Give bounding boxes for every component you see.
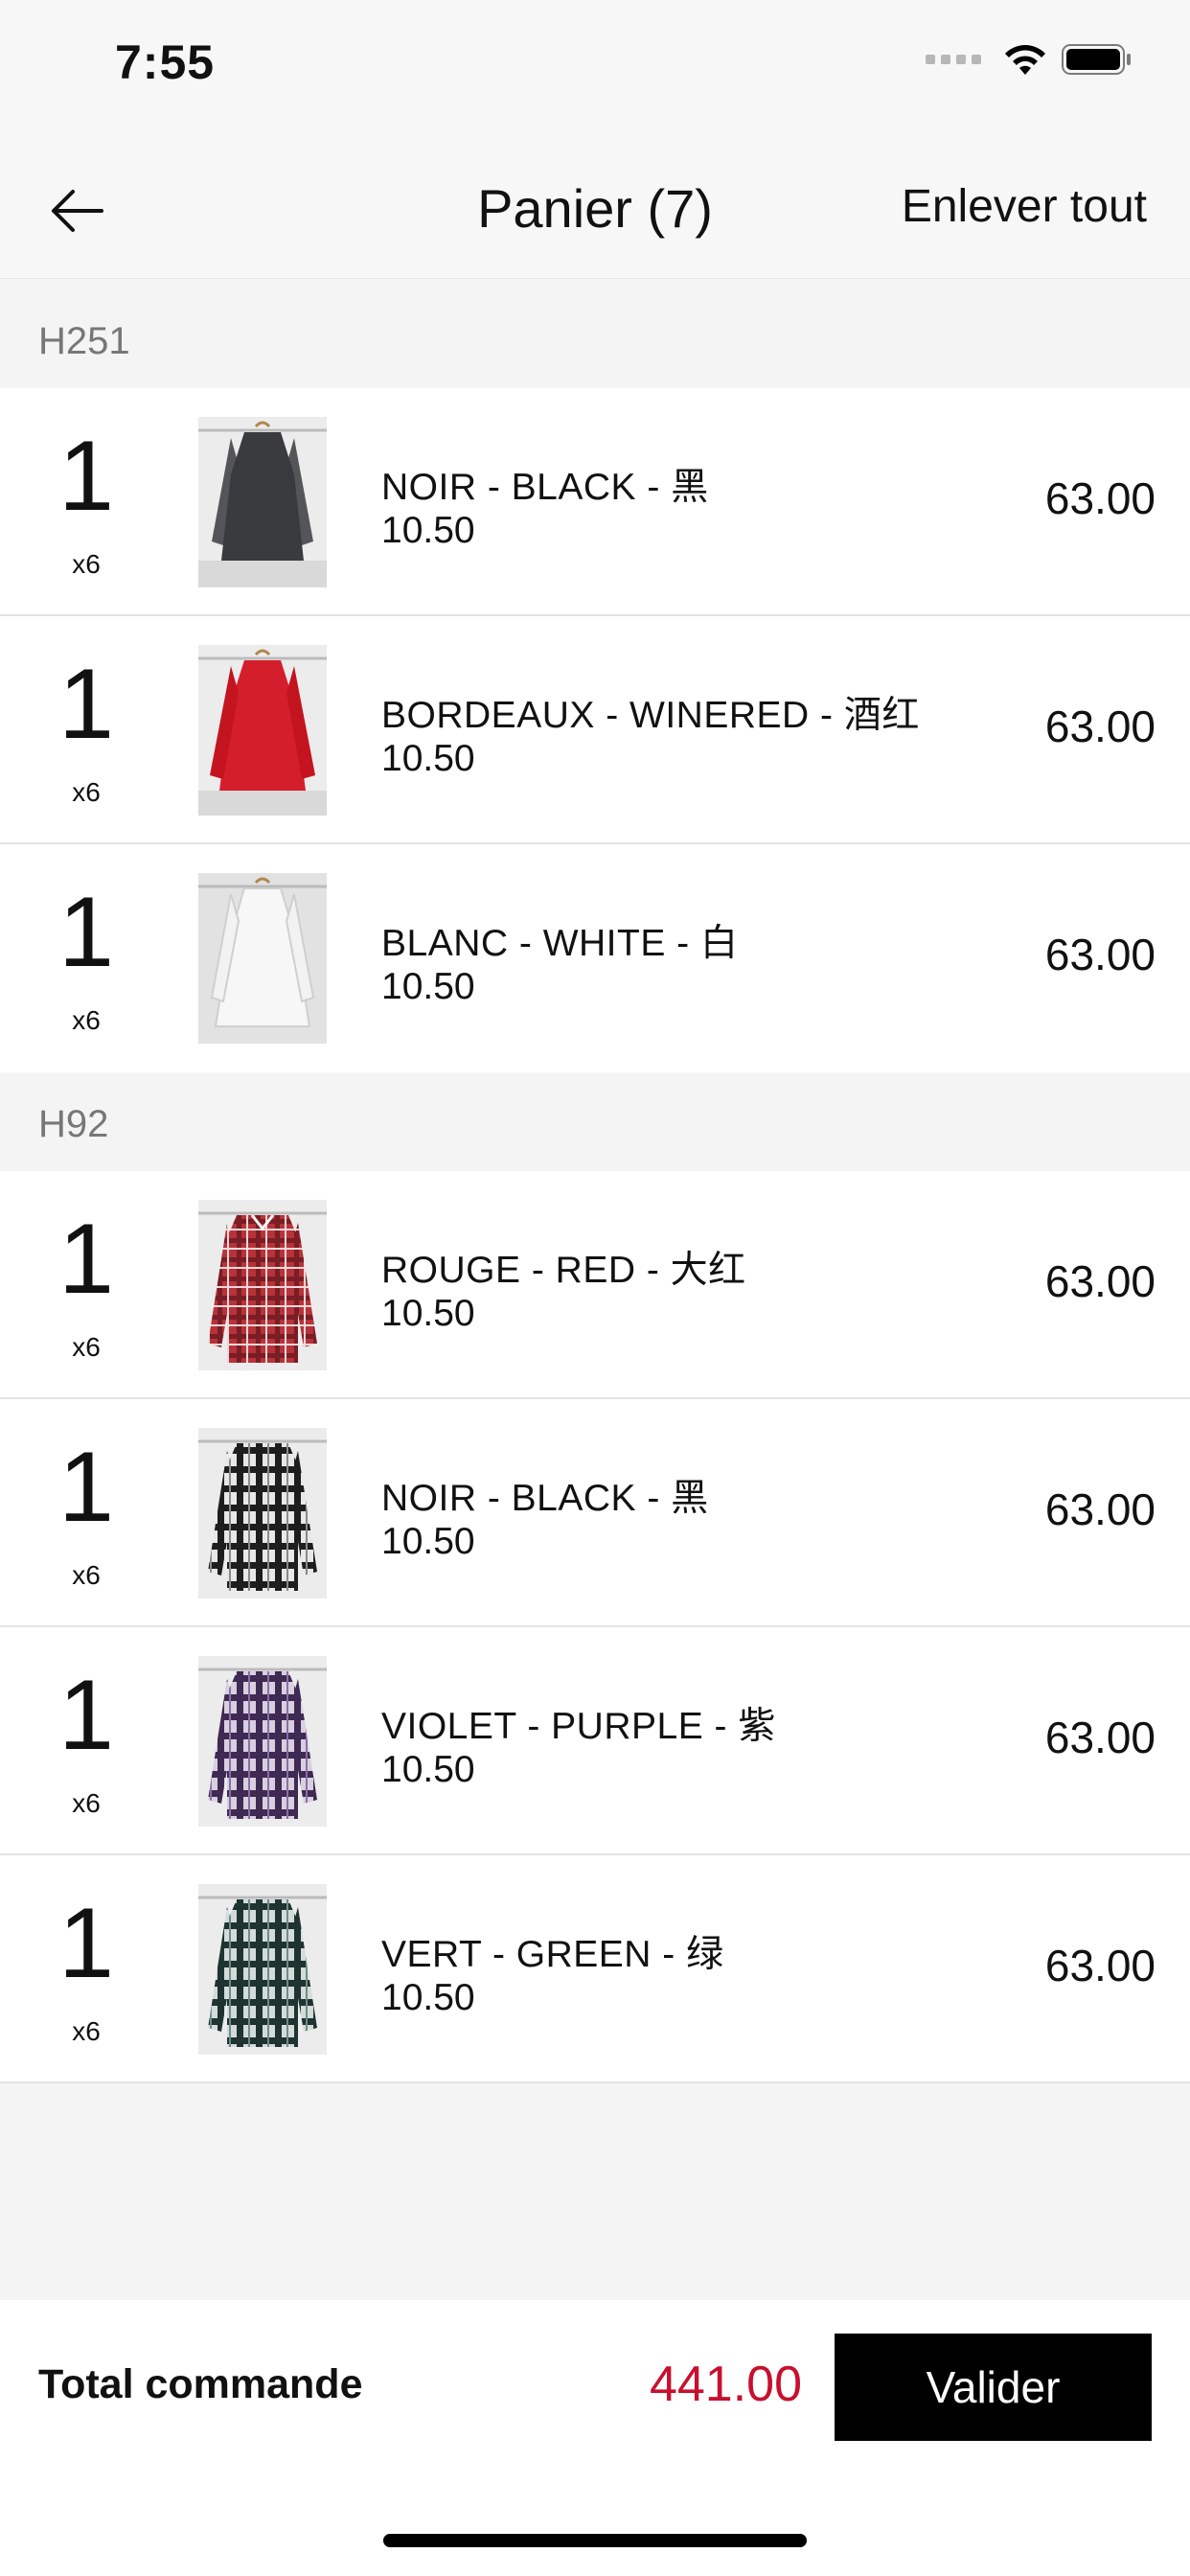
quantity-multiplier: x6: [72, 1788, 101, 1818]
signal-icon: [926, 55, 981, 64]
item-total: 63.00: [1044, 930, 1156, 979]
product-thumbnail: [198, 1428, 327, 1598]
item-unit-price: 10.50: [381, 1977, 475, 2018]
quantity: 1: [58, 421, 114, 532]
quantity-multiplier: x6: [72, 549, 101, 579]
section-label: H251: [38, 320, 130, 362]
total-amount: 441.00: [649, 2357, 802, 2412]
quantity-multiplier: x6: [72, 1332, 101, 1362]
cart-row[interactable]: 1 x6 VIOLET - PURPLE - 紫 10.50 63.00: [0, 1627, 1190, 1855]
back-button[interactable]: [38, 172, 115, 249]
section-header: H251: [0, 279, 1190, 388]
item-total: 63.00: [1044, 1713, 1156, 1762]
validate-button[interactable]: Valider: [835, 2334, 1152, 2441]
quantity-multiplier: x6: [72, 1005, 101, 1035]
cart-row[interactable]: 1 x6 NOIR - BLACK - 黑 10.50 63.00: [0, 388, 1190, 616]
product-thumbnail: [198, 1200, 327, 1370]
status-time: 7:55: [115, 35, 216, 89]
item-unit-price: 10.50: [381, 966, 475, 1007]
item-name: ROUGE - RED - 大红: [381, 1250, 746, 1291]
item-name: BORDEAUX - WINERED - 酒红: [381, 695, 920, 736]
product-thumbnail: [198, 1884, 327, 2055]
quantity-multiplier: x6: [72, 1560, 101, 1590]
cart-row[interactable]: 1 x6 VERT - GREEN - 绿 10.50 63.00: [0, 1855, 1190, 2083]
item-name: NOIR - BLACK - 黑: [381, 1478, 709, 1519]
item-name: VIOLET - PURPLE - 紫: [381, 1706, 776, 1747]
cart-row[interactable]: 1 x6 BORDEAUX - WINERED - 酒红 10.50 63.00: [0, 616, 1190, 844]
quantity: 1: [58, 1888, 114, 1999]
divider: [0, 2082, 1190, 2083]
quantity: 1: [58, 1660, 114, 1771]
cart-row[interactable]: 1 x6 ROUGE - RED - 大红 10.50 63.00: [0, 1171, 1190, 1399]
total-label: Total commande: [38, 2361, 363, 2407]
quantity: 1: [58, 649, 114, 760]
arrow-left-icon: [52, 190, 103, 232]
item-name: BLANC - WHITE - 白: [381, 923, 739, 964]
item-name: VERT - GREEN - 绿: [381, 1934, 724, 1975]
quantity-multiplier: x6: [72, 2016, 101, 2046]
item-unit-price: 10.50: [381, 1521, 475, 1562]
section-header: H92: [0, 1072, 1190, 1171]
product-thumbnail: [198, 873, 327, 1044]
status-icons: [926, 42, 1133, 77]
item-total: 63.00: [1044, 473, 1156, 523]
item-name: NOIR - BLACK - 黑: [381, 467, 709, 508]
battery-icon: [1062, 44, 1131, 75]
quantity: 1: [58, 877, 114, 988]
quantity: 1: [58, 1204, 114, 1315]
clear-all-button[interactable]: Enlever tout: [902, 180, 1147, 233]
quantity-multiplier: x6: [72, 777, 101, 807]
cart-row[interactable]: 1 x6 BLANC - WHITE - 白 10.50 63.00: [0, 844, 1190, 1072]
item-total: 63.00: [1044, 1256, 1156, 1306]
cart-row[interactable]: 1 x6 NOIR - BLACK - 黑 10.50 63.00: [0, 1399, 1190, 1627]
quantity: 1: [58, 1432, 114, 1543]
item-total: 63.00: [1044, 1941, 1156, 1990]
home-indicator: [383, 2534, 807, 2547]
item-unit-price: 10.50: [381, 1293, 475, 1334]
wifi-icon: [1005, 45, 1045, 75]
checkout-footer: Total commande 441.00 Valider: [0, 2300, 1190, 2576]
item-total: 63.00: [1044, 702, 1156, 751]
item-unit-price: 10.50: [381, 510, 475, 551]
item-unit-price: 10.50: [381, 1749, 475, 1790]
item-unit-price: 10.50: [381, 738, 475, 779]
item-total: 63.00: [1044, 1484, 1156, 1534]
product-thumbnail: [198, 417, 327, 587]
status-bar: 7:55: [0, 0, 1190, 134]
product-thumbnail: [198, 645, 327, 816]
section-label: H92: [38, 1103, 109, 1145]
product-thumbnail: [198, 1656, 327, 1827]
nav-bar: Panier (7) Enlever tout: [0, 134, 1190, 279]
